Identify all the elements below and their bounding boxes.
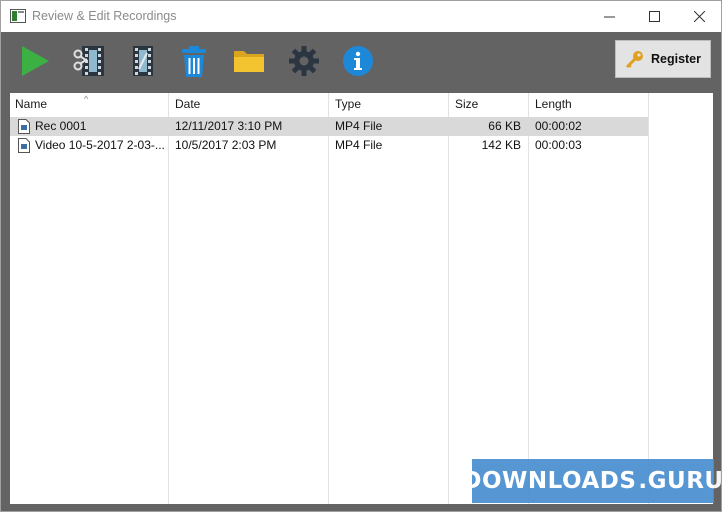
cell-size: 66 KB (488, 119, 521, 133)
column-header-date[interactable]: Date (170, 93, 328, 115)
delete-button[interactable] (172, 41, 216, 81)
trash-icon (182, 46, 206, 77)
info-button[interactable] (336, 41, 380, 81)
file-icon (18, 138, 30, 153)
edit-video-button[interactable] (67, 41, 111, 81)
cell-name: Rec 0001 (35, 119, 87, 133)
close-icon (693, 11, 705, 22)
key-icon (625, 51, 643, 69)
maximize-button[interactable] (631, 1, 677, 32)
column-header-label: Name (15, 97, 48, 111)
close-button[interactable] (676, 1, 722, 32)
maximize-icon (648, 11, 660, 22)
app-window: Review & Edit Recordings Register Name ^… (0, 0, 722, 512)
cell-type: MP4 File (335, 138, 383, 152)
table-row[interactable]: Rec 0001 12/11/2017 3:10 PM MP4 File 66 … (10, 117, 648, 136)
column-header-size[interactable]: Size (450, 93, 528, 115)
watermark-text-left: DOWNLOADS (462, 468, 637, 494)
minimize-icon (603, 16, 615, 18)
info-icon (343, 46, 373, 76)
open-folder-button[interactable] (227, 41, 271, 81)
film-trim-icon (133, 46, 153, 76)
column-divider (648, 93, 649, 504)
column-header-name[interactable]: Name ^ (10, 93, 168, 115)
cell-length: 00:00:02 (535, 119, 582, 133)
app-icon (10, 9, 26, 23)
cell-size: 142 KB (481, 138, 521, 152)
title-bar[interactable]: Review & Edit Recordings (1, 1, 721, 32)
register-label: Register (650, 52, 702, 66)
cell-length: 00:00:03 (535, 138, 582, 152)
minimize-button[interactable] (586, 1, 632, 32)
trim-video-button[interactable] (121, 41, 165, 81)
column-header-length[interactable]: Length (530, 93, 648, 115)
cell-date: 12/11/2017 3:10 PM (175, 119, 283, 133)
table-row[interactable]: Video 10-5-2017 2-03-... 10/5/2017 2:03 … (10, 136, 648, 155)
folder-icon (234, 51, 264, 72)
window-title: Review & Edit Recordings (32, 9, 177, 23)
column-header-type[interactable]: Type (330, 93, 448, 115)
cell-date: 10/5/2017 2:03 PM (175, 138, 277, 152)
recordings-list[interactable]: Name ^ Date Type Size Length Rec 0001 12… (10, 93, 713, 504)
watermark-text-right: .GURU (638, 468, 722, 494)
register-button[interactable]: Register (615, 40, 711, 78)
play-icon (22, 46, 49, 76)
watermark-logo: DOWNLOADS .GURU (462, 459, 722, 503)
settings-button[interactable] (282, 41, 326, 81)
file-icon (18, 119, 30, 134)
sort-ascending-icon: ^ (84, 94, 89, 104)
cell-name: Video 10-5-2017 2-03-... (35, 138, 165, 152)
play-button[interactable] (12, 41, 56, 81)
toolbar: Register (1, 32, 721, 93)
gear-icon (289, 46, 319, 76)
cell-type: MP4 File (335, 119, 383, 133)
film-edit-icon (73, 46, 104, 76)
